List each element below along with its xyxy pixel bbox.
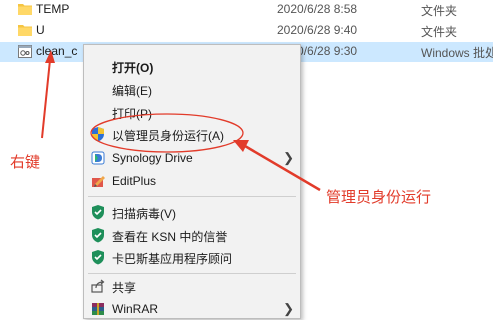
folder-icon	[18, 25, 32, 36]
menu-separator	[88, 273, 296, 274]
chevron-right-icon: ❯	[283, 301, 294, 316]
synology-drive-icon	[91, 151, 105, 165]
file-row-u[interactable]: U 2020/6/28 9:40 文件夹	[0, 21, 493, 41]
menu-item-label: WinRAR	[112, 302, 159, 316]
menu-item-label: Synology Drive	[112, 151, 193, 165]
file-date: 2020/6/28 8:58	[277, 2, 358, 16]
file-type: 文件夹	[421, 25, 458, 39]
menu-item-synology-drive[interactable]: Synology Drive ❯	[84, 147, 300, 169]
menu-item-label: 查看在 KSN 中的信誉	[112, 230, 228, 244]
annotation-admin-run: 管理员身份运行	[326, 189, 432, 206]
menu-item-scan-virus[interactable]: 扫描病毒(V)	[84, 201, 300, 223]
winrar-icon	[92, 303, 104, 315]
menu-item-label: 编辑(E)	[112, 84, 152, 98]
menu-item-open[interactable]: 打开(O)	[84, 55, 300, 77]
menu-item-label: 打开(O)	[112, 61, 154, 75]
file-name: clean_c	[36, 44, 78, 58]
menu-item-app-advisor[interactable]: 卡巴斯基应用程序顾问	[84, 246, 300, 268]
folder-icon	[18, 4, 32, 15]
menu-item-label: 以管理员身份运行(A)	[112, 129, 224, 143]
file-name: TEMP	[36, 2, 70, 16]
editplus-icon	[92, 176, 105, 187]
menu-item-ksn[interactable]: 查看在 KSN 中的信誉	[84, 224, 300, 246]
menu-item-edit[interactable]: 编辑(E)	[84, 78, 300, 100]
file-row-temp[interactable]: TEMP 2020/6/28 8:58 文件夹	[0, 0, 493, 20]
annotation-arrow-up	[41, 59, 51, 139]
menu-item-share[interactable]: 共享	[84, 275, 300, 297]
file-date: 2020/6/28 9:40	[277, 23, 358, 37]
batch-file-icon	[18, 45, 32, 58]
kaspersky-shield-icon	[92, 205, 104, 220]
annotation-right-click: 右键	[10, 154, 41, 171]
file-name: U	[36, 23, 45, 37]
file-type: Windows 批处	[421, 46, 493, 60]
context-menu: 打开(O) 编辑(E) 打印(P) 以管理员身份运行(A) Synology D…	[83, 44, 301, 319]
menu-separator	[88, 196, 296, 197]
menu-item-label: 共享	[112, 281, 137, 295]
file-type: 文件夹	[421, 4, 458, 18]
kaspersky-shield-icon	[92, 228, 104, 243]
share-icon	[91, 279, 105, 293]
menu-item-label: 卡巴斯基应用程序顾问	[112, 252, 233, 266]
menu-item-label: 打印(P)	[112, 107, 152, 121]
uac-shield-icon	[92, 127, 104, 142]
menu-item-editplus[interactable]: EditPlus	[84, 170, 300, 192]
kaspersky-shield-icon	[92, 250, 104, 265]
menu-item-run-as-admin[interactable]: 以管理员身份运行(A)	[84, 123, 300, 145]
menu-item-label: EditPlus	[112, 174, 157, 188]
menu-item-label: 扫描病毒(V)	[112, 207, 176, 221]
menu-item-print[interactable]: 打印(P)	[84, 101, 300, 123]
chevron-right-icon: ❯	[283, 150, 294, 165]
